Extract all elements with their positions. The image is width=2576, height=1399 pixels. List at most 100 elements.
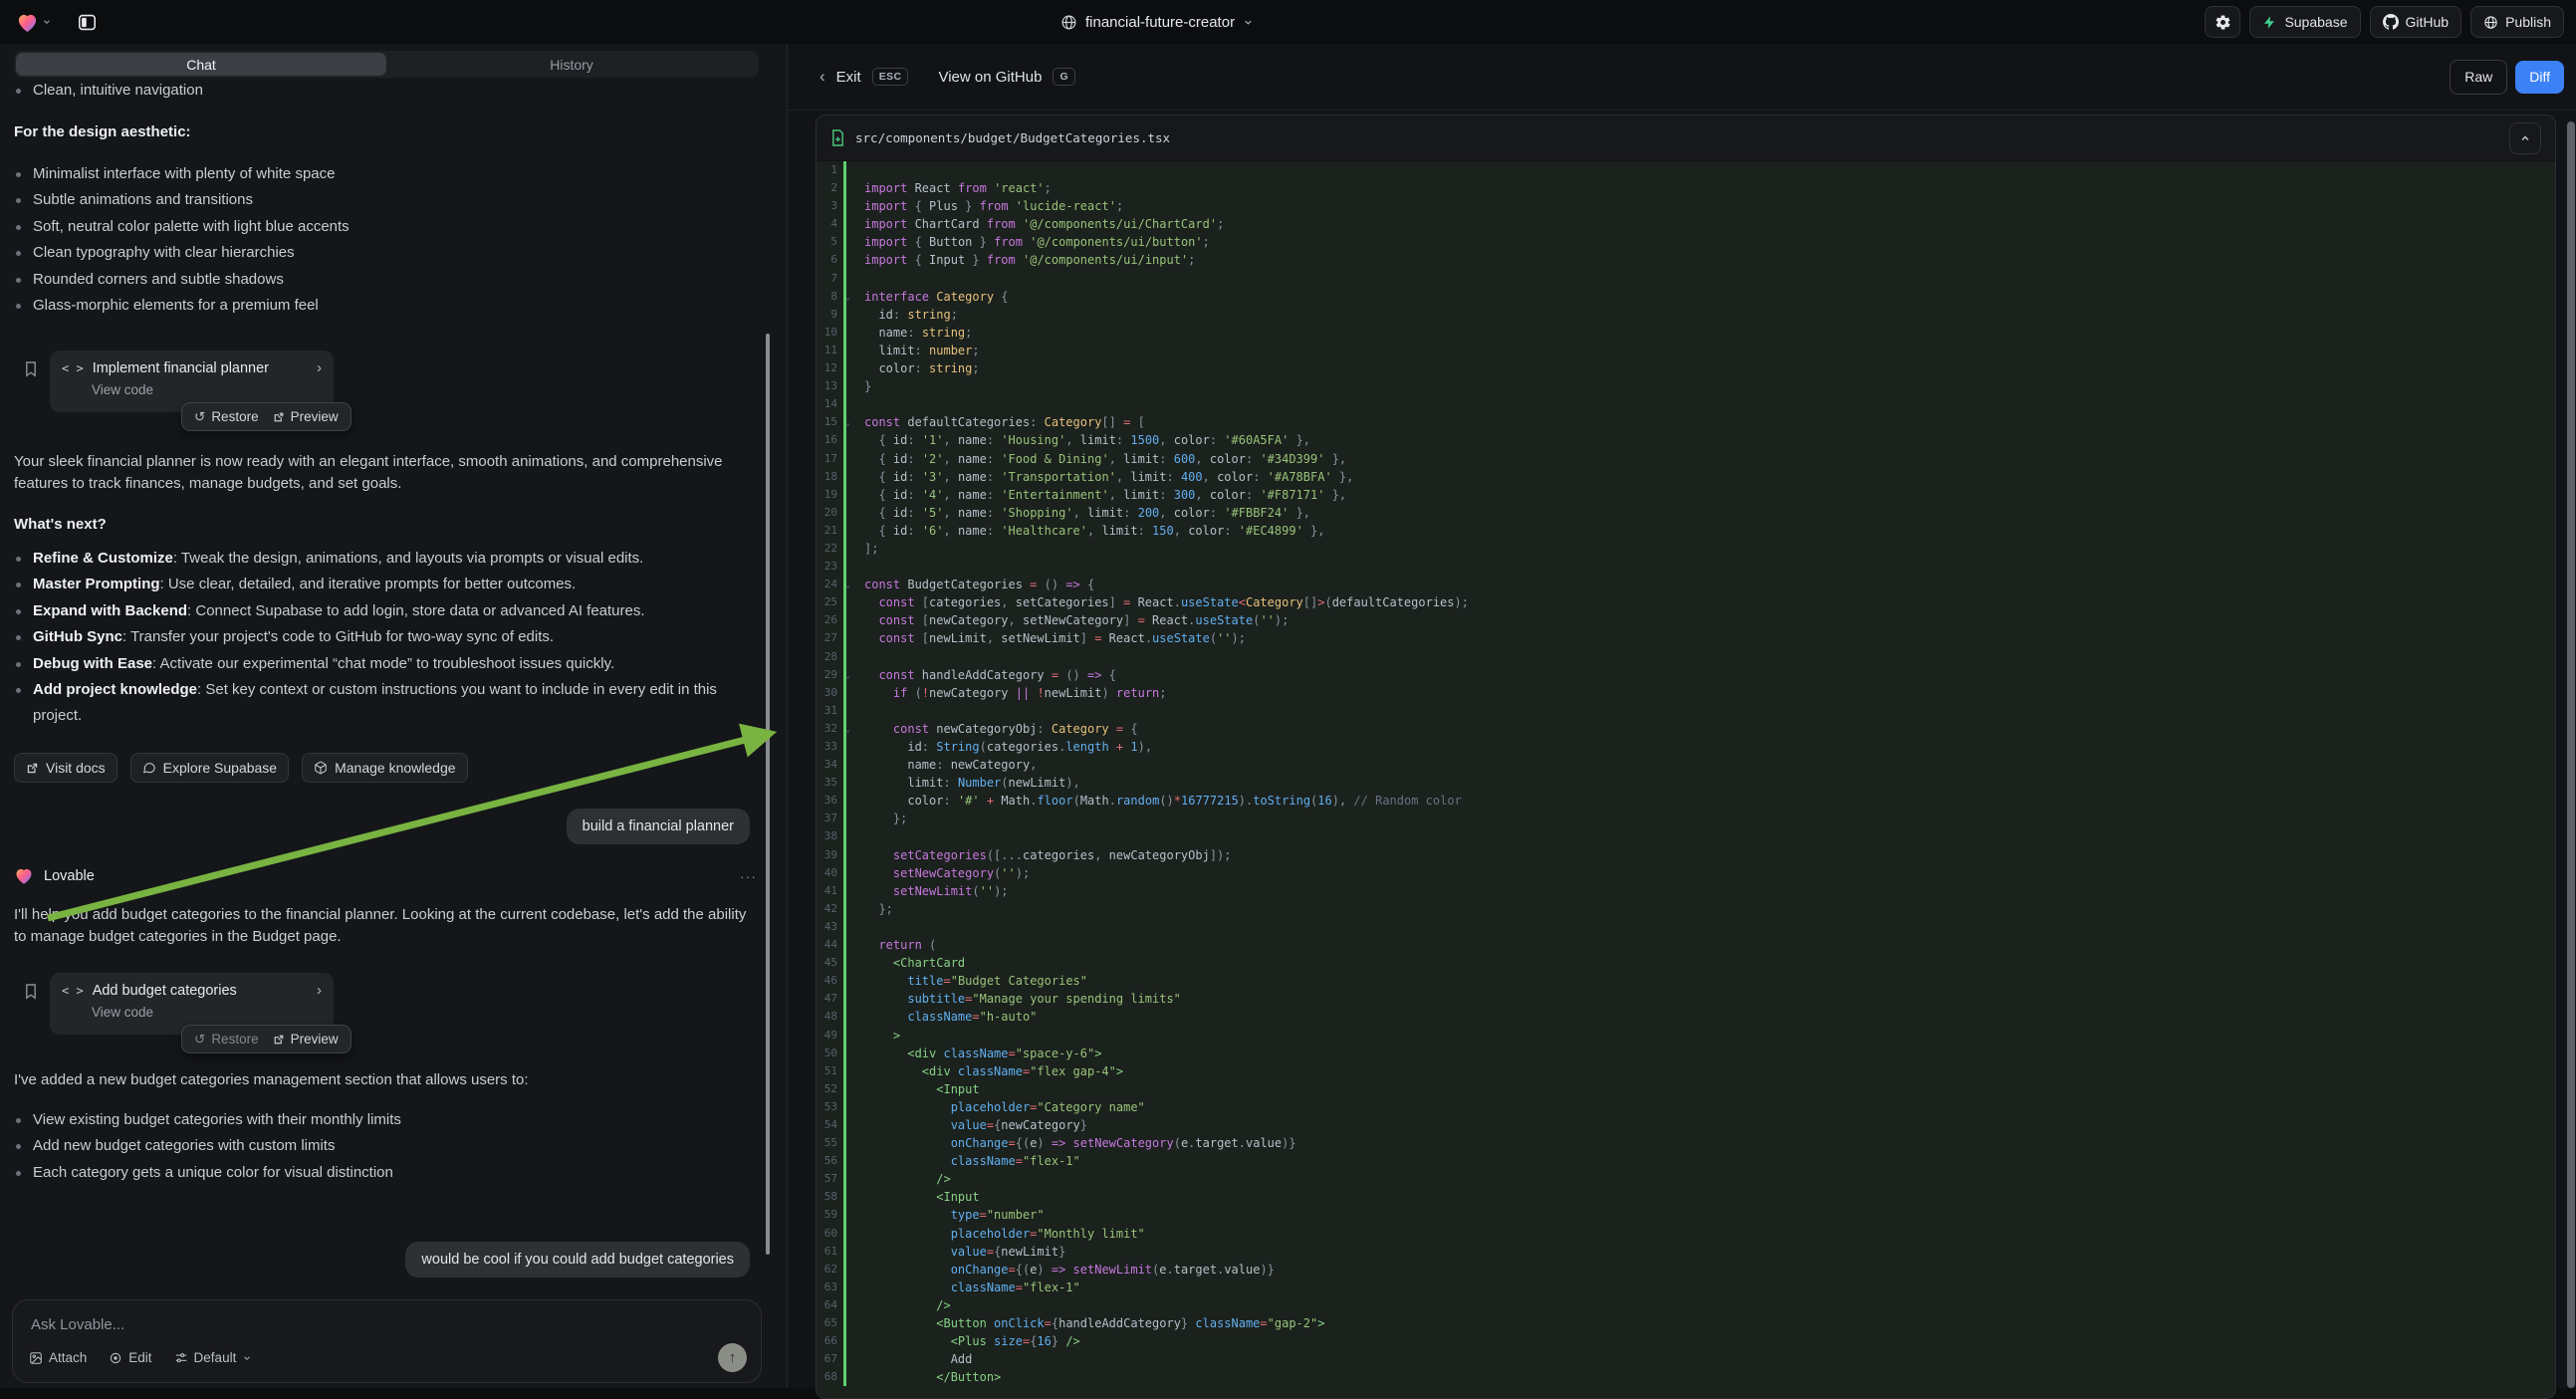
project-name: financial-future-creator <box>1085 14 1235 31</box>
assistant-added-text: I've added a new budget categories manag… <box>14 1071 756 1088</box>
code-line: 61 value={newLimit} <box>817 1243 2555 1261</box>
fold-chevron-icon[interactable]: ⌄ <box>845 577 850 594</box>
manage-knowledge-button[interactable]: Manage knowledge <box>302 753 467 783</box>
code-line: 33 id: String(categories.length + 1), <box>817 738 2555 756</box>
design-bullet-list: Minimalist interface with plenty of whit… <box>0 161 757 319</box>
diff-toggle-button[interactable]: Diff <box>2515 61 2564 94</box>
tab-chat[interactable]: Chat <box>16 53 386 76</box>
view-code-link[interactable]: View code <box>92 382 322 397</box>
back-chevron-icon[interactable]: ‹ <box>820 67 825 87</box>
explore-supabase-button[interactable]: Explore Supabase <box>130 753 289 783</box>
restore-button[interactable]: ↺Restore <box>194 1032 259 1048</box>
code-line: 31 <box>817 702 2555 720</box>
attach-button[interactable]: Attach <box>29 1350 87 1365</box>
list-item: Add project knowledge: Set key context o… <box>0 677 763 730</box>
next-steps-list: Refine & Customize: Tweak the design, an… <box>0 546 763 730</box>
project-switcher[interactable]: financial-future-creator <box>1060 0 1254 44</box>
code-view-panel: ‹ Exit ESC View on GitHub G Raw Diff src… <box>788 44 2576 1388</box>
restore-preview-pill: ↺Restore Preview <box>181 402 351 431</box>
settings-button[interactable] <box>2205 6 2240 38</box>
file-added-icon <box>830 129 845 146</box>
bookmark-icon[interactable] <box>24 360 38 378</box>
code-line: 65 <Button onClick={handleAddCategory} c… <box>817 1314 2555 1332</box>
fold-chevron-icon[interactable]: ⌄ <box>845 289 850 307</box>
raw-toggle-button[interactable]: Raw <box>2450 60 2507 95</box>
external-link-icon <box>273 411 285 423</box>
fold-chevron-icon[interactable]: ⌄ <box>845 667 850 685</box>
tab-history[interactable]: History <box>386 53 757 76</box>
prompt-input[interactable]: Ask Lovable... Attach Edit Default ↑ <box>12 1299 762 1383</box>
view-code-link[interactable]: View code <box>92 1005 322 1020</box>
file-header[interactable]: src/components/budget/BudgetCategories.t… <box>817 116 2555 161</box>
preview-button[interactable]: Preview <box>273 1032 339 1047</box>
toggle-sidebar-button[interactable] <box>72 7 102 37</box>
window-scrollbar[interactable] <box>2567 121 2575 1388</box>
send-button[interactable]: ↑ <box>718 1343 747 1372</box>
assistant-header: Lovable ··· <box>14 866 757 885</box>
code-line: 66 <Plus size={16} /> <box>817 1332 2555 1350</box>
user-message: build a financial planner <box>567 809 750 844</box>
list-item: Minimalist interface with plenty of whit… <box>0 161 757 187</box>
visit-docs-button[interactable]: Visit docs <box>14 753 117 783</box>
code-line: 20 { id: '5', name: 'Shopping', limit: 2… <box>817 504 2555 522</box>
code-line: 68 </Button> <box>817 1368 2555 1386</box>
code-line: 14 <box>817 395 2555 413</box>
chat-scrollbar[interactable] <box>766 334 770 1255</box>
preview-button[interactable]: Preview <box>273 409 339 424</box>
collapse-file-button[interactable] <box>2509 122 2541 154</box>
edit-button[interactable]: Edit <box>109 1350 151 1365</box>
message-more-button[interactable]: ··· <box>740 868 757 884</box>
fold-chevron-icon[interactable]: ⌄ <box>845 414 850 432</box>
code-line: 4import ChartCard from '@/components/ui/… <box>817 215 2555 233</box>
restore-icon: ↺ <box>194 1032 205 1048</box>
prompt-placeholder: Ask Lovable... <box>31 1316 124 1333</box>
package-icon <box>314 761 328 775</box>
code-line: 54 value={newCategory} <box>817 1116 2555 1134</box>
lovable-heart-icon <box>16 12 39 33</box>
code-line: 42 }; <box>817 900 2555 918</box>
chevron-right-icon: › <box>317 359 322 376</box>
design-heading: For the design aesthetic: <box>14 123 191 140</box>
top-bar: financial-future-creator Supabase GitHub <box>0 0 2576 44</box>
publish-label: Publish <box>2505 14 2551 30</box>
code-line: 25 const [categories, setCategories] = R… <box>817 593 2555 611</box>
github-icon <box>2383 14 2399 30</box>
code-line: 52 <Input <box>817 1080 2555 1098</box>
code-line: 29⌄ const handleAddCategory = () => { <box>817 666 2555 684</box>
restore-preview-pill: ↺Restore Preview <box>181 1025 351 1053</box>
code-icon: < > <box>62 361 84 375</box>
mode-select[interactable]: Default <box>174 1350 253 1365</box>
supabase-button[interactable]: Supabase <box>2249 6 2360 38</box>
bookmark-icon[interactable] <box>24 983 38 1001</box>
lovable-logo-menu[interactable] <box>16 12 52 33</box>
list-item: Rounded corners and subtle shadows <box>0 267 757 293</box>
chevron-right-icon: › <box>317 982 322 999</box>
code-line: 40 setNewCategory(''); <box>817 864 2555 882</box>
restore-button[interactable]: ↺Restore <box>194 409 259 425</box>
code-line: 30 if (!newCategory || !newLimit) return… <box>817 684 2555 702</box>
code-icon: < > <box>62 984 84 998</box>
code-line: 1 <box>817 161 2555 179</box>
gear-icon <box>2215 14 2231 31</box>
external-link-icon <box>26 762 39 775</box>
code-line: 6import { Input } from '@/components/ui/… <box>817 251 2555 269</box>
view-on-github-button[interactable]: View on GitHub G <box>938 68 1075 86</box>
restore-icon: ↺ <box>194 409 205 425</box>
github-button[interactable]: GitHub <box>2370 6 2462 38</box>
code-line: 23 <box>817 558 2555 576</box>
code-line: 17 { id: '2', name: 'Food & Dining', lim… <box>817 450 2555 468</box>
fold-chevron-icon[interactable]: ⌄ <box>845 721 850 739</box>
exit-button[interactable]: Exit <box>836 69 861 86</box>
message-circle-icon <box>142 761 156 775</box>
chevron-down-icon <box>42 17 52 27</box>
code-body[interactable]: 12import React from 'react';3import { Pl… <box>817 161 2555 1386</box>
list-item: Subtle animations and transitions <box>0 187 757 213</box>
code-line: 45 <ChartCard <box>817 954 2555 972</box>
publish-button[interactable]: Publish <box>2470 6 2564 38</box>
code-line: 53 placeholder="Category name" <box>817 1098 2555 1116</box>
code-line: 55 onChange={(e) => setNewCategory(e.tar… <box>817 1134 2555 1152</box>
chevron-down-icon <box>242 1353 252 1363</box>
code-line: 7 <box>817 270 2555 288</box>
code-line: 15⌄const defaultCategories: Category[] =… <box>817 413 2555 431</box>
code-line: 38 <box>817 827 2555 845</box>
